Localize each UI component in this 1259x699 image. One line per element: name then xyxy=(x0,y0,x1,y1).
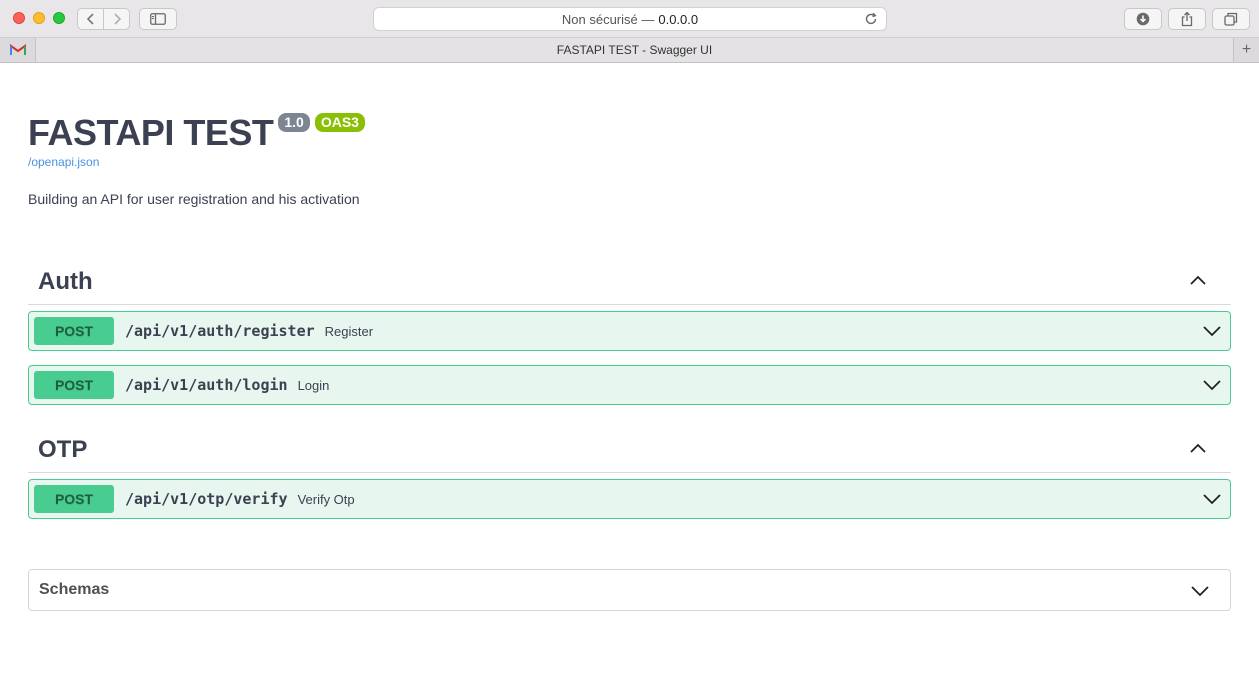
pinned-tab-gmail[interactable] xyxy=(0,38,36,62)
version-badge: 1.0 xyxy=(278,113,310,132)
operation-summary: Register xyxy=(324,323,374,339)
sidebar-icon xyxy=(150,13,166,25)
zoom-window-button[interactable] xyxy=(53,12,65,24)
swagger-page: FASTAPI TEST 1.0 OAS3 /openapi.json Buil… xyxy=(0,63,1259,699)
sidebar-toggle-button[interactable] xyxy=(139,8,177,30)
api-description: Building an API for user registration an… xyxy=(28,191,360,207)
method-badge: POST xyxy=(34,371,114,399)
tabs-icon xyxy=(1224,12,1238,26)
operation-post-login[interactable]: POST /api/v1/auth/login Login xyxy=(28,365,1231,405)
tabs-overview-button[interactable] xyxy=(1212,8,1250,30)
navigation-buttons xyxy=(77,8,130,30)
chevron-down-icon[interactable] xyxy=(1202,324,1222,338)
downloads-button[interactable] xyxy=(1124,8,1162,30)
active-tab[interactable]: FASTAPI TEST - Swagger UI xyxy=(36,38,1233,62)
title-row: FASTAPI TEST 1.0 OAS3 xyxy=(28,111,365,155)
chevron-right-icon xyxy=(113,13,121,25)
download-icon xyxy=(1136,12,1150,26)
tag-header-auth[interactable]: Auth xyxy=(28,260,1231,305)
chevron-down-icon[interactable] xyxy=(1190,584,1210,598)
chevron-up-icon[interactable] xyxy=(1189,442,1207,454)
method-label: POST xyxy=(54,377,94,393)
url-host: 0.0.0.0 xyxy=(658,11,699,27)
tag-name: Auth xyxy=(38,268,93,295)
share-icon xyxy=(1181,11,1193,27)
chevron-down-icon[interactable] xyxy=(1202,378,1222,392)
operation-path: /api/v1/otp/verify xyxy=(125,490,288,508)
security-label: Non sécurisé — xyxy=(561,11,655,27)
openapi-json-link[interactable]: /openapi.json xyxy=(28,155,365,169)
method-label: POST xyxy=(54,491,94,507)
tab-title: FASTAPI TEST - Swagger UI xyxy=(556,43,713,57)
operation-path: /api/v1/auth/login xyxy=(125,376,288,394)
method-badge: POST xyxy=(34,485,114,513)
reload-icon[interactable] xyxy=(864,12,878,26)
operation-summary: Verify Otp xyxy=(297,491,355,507)
method-label: POST xyxy=(54,323,94,339)
address-bar[interactable]: Non sécurisé — 0.0.0.0 xyxy=(373,7,887,31)
close-window-button[interactable] xyxy=(13,12,25,24)
chevron-left-icon xyxy=(86,13,94,25)
tag-header-otp[interactable]: OTP xyxy=(28,428,1231,473)
chevron-up-icon[interactable] xyxy=(1189,274,1207,286)
chevron-down-icon[interactable] xyxy=(1202,492,1222,506)
minimize-window-button[interactable] xyxy=(33,12,45,24)
tag-section-otp: OTP POST /api/v1/otp/verify Verify Otp xyxy=(28,428,1231,519)
api-info: FASTAPI TEST 1.0 OAS3 /openapi.json Buil… xyxy=(28,111,365,207)
operation-summary: Login xyxy=(297,377,330,393)
share-button[interactable] xyxy=(1168,8,1206,30)
api-title: FASTAPI TEST xyxy=(28,112,274,153)
forward-button[interactable] xyxy=(103,9,129,29)
oas-badge: OAS3 xyxy=(314,113,365,132)
tag-name: OTP xyxy=(38,436,88,463)
method-badge: POST xyxy=(34,317,114,345)
gmail-icon xyxy=(9,44,26,55)
operation-path: /api/v1/auth/register xyxy=(125,322,315,340)
schemas-title: Schemas xyxy=(39,581,110,598)
operation-post-register[interactable]: POST /api/v1/auth/register Register xyxy=(28,311,1231,351)
browser-toolbar: Non sécurisé — 0.0.0.0 xyxy=(0,0,1259,38)
schemas-section[interactable]: Schemas xyxy=(28,569,1231,611)
back-button[interactable] xyxy=(78,9,103,29)
operation-post-verify-otp[interactable]: POST /api/v1/otp/verify Verify Otp xyxy=(28,479,1231,519)
new-tab-button[interactable]: + xyxy=(1233,38,1259,62)
tab-bar: FASTAPI TEST - Swagger UI + xyxy=(0,38,1259,63)
tag-section-auth: Auth POST /api/v1/auth/register Register… xyxy=(28,260,1231,405)
